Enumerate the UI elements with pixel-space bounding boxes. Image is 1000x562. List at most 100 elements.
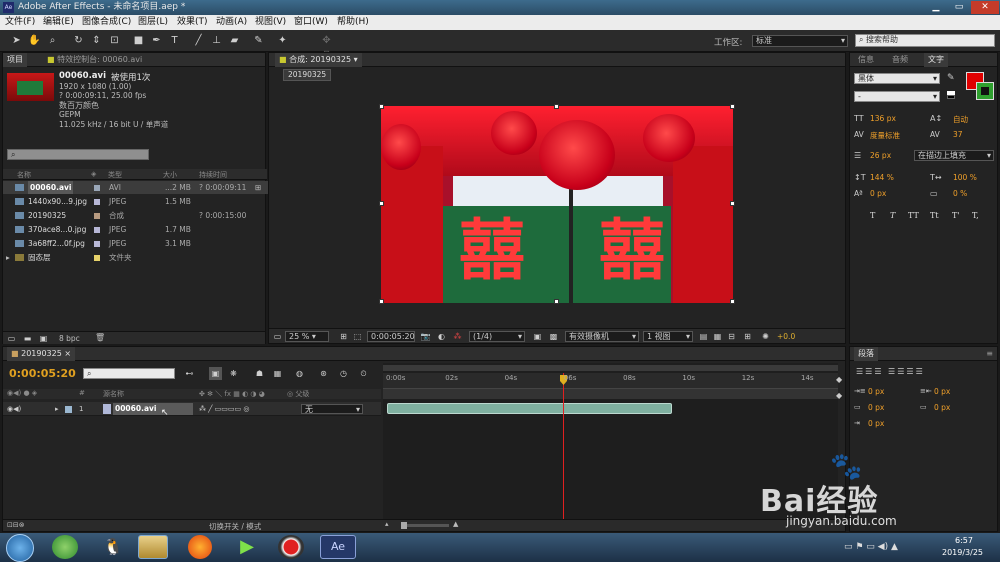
safe-margins-icon[interactable]: ⊞ xyxy=(337,330,350,343)
label-color-swatch[interactable] xyxy=(94,255,100,261)
start-button[interactable] xyxy=(6,534,34,562)
visibility-icon[interactable]: ◉◀) xyxy=(7,405,21,413)
menu-composition[interactable]: 图像合成(C) xyxy=(82,15,131,30)
font-style-select[interactable]: - ▾ xyxy=(854,91,940,102)
transform-handle-tm[interactable] xyxy=(554,104,559,109)
all-caps-button[interactable]: TT xyxy=(908,211,919,220)
col-name[interactable]: 名称 xyxy=(17,170,31,180)
rotate-tool-icon[interactable]: ↻ xyxy=(72,34,85,47)
transform-handle-ml[interactable] xyxy=(379,201,384,206)
menu-edit[interactable]: 编辑(E) xyxy=(43,15,74,30)
kerning-value[interactable]: 度量标准 xyxy=(870,130,900,141)
layer-label-color[interactable] xyxy=(65,406,72,413)
stroke-color-swatch[interactable] xyxy=(976,82,994,100)
trash-icon[interactable]: 🗑 xyxy=(95,333,105,342)
zoom-tool-icon[interactable]: ⌕ xyxy=(46,34,59,47)
zoom-out-icon[interactable]: ▴ xyxy=(385,520,389,528)
clock-time[interactable]: 6:57 xyxy=(955,536,973,545)
expand-arrow-icon[interactable]: ▸ xyxy=(6,251,10,264)
transform-handle-bm[interactable] xyxy=(554,299,559,304)
transform-handle-mr[interactable] xyxy=(730,201,735,206)
vertical-scale-value[interactable]: 144 % xyxy=(870,173,894,182)
camera-tool-icon[interactable]: ⇕ xyxy=(90,34,103,47)
new-comp-icon[interactable]: ▣ xyxy=(37,332,50,345)
menu-effect[interactable]: 效果(T) xyxy=(177,15,208,30)
layer-duration-bar[interactable] xyxy=(387,403,673,414)
tsume-value[interactable]: 0 % xyxy=(953,189,967,198)
workspace-select[interactable]: 标准 ▾ xyxy=(752,35,848,47)
taskbar-record-icon[interactable] xyxy=(278,535,304,559)
hide-shy-icon[interactable]: ☗ xyxy=(253,367,266,380)
roto-brush-icon[interactable]: ✎ xyxy=(252,34,265,47)
toggle-pixel-icon[interactable]: ▤ xyxy=(697,330,710,343)
draft-3d-icon[interactable]: ❋ xyxy=(227,367,240,380)
tab-timeline[interactable]: ■ 20190325 × xyxy=(7,347,76,361)
menu-window[interactable]: 窗口(W) xyxy=(294,15,328,30)
comp-button-icon[interactable]: ◆ xyxy=(836,375,844,385)
indent-left-value[interactable]: 0 px xyxy=(868,387,884,396)
region-of-interest-icon[interactable]: ▣ xyxy=(531,330,544,343)
menu-view[interactable]: 视图(V) xyxy=(255,15,286,30)
menu-file[interactable]: 文件(F) xyxy=(5,15,35,30)
leading-value[interactable]: 自动 xyxy=(953,114,968,125)
comp-breadcrumb[interactable]: 20190325 xyxy=(283,69,332,81)
pan-behind-tool-icon[interactable]: ⊡ xyxy=(108,34,121,47)
new-folder-icon[interactable]: ▬ xyxy=(21,332,34,345)
work-area-bar[interactable] xyxy=(383,365,838,371)
brush-tool-icon[interactable]: ╱ xyxy=(192,34,205,47)
eyedropper-icon[interactable]: ✎ xyxy=(947,73,955,83)
text-tool-icon[interactable]: T xyxy=(168,34,181,47)
layer-switch-icon[interactable]: ◆ xyxy=(836,391,844,401)
zoom-in-icon[interactable]: ▲ xyxy=(453,520,458,528)
rectangle-tool-icon[interactable]: ■ xyxy=(132,34,145,47)
transform-handle-tl[interactable] xyxy=(379,104,384,109)
list-item[interactable]: 20190325 合成 ? 0:00:15:00 xyxy=(3,209,268,222)
font-family-select[interactable]: 黑体 ▾ xyxy=(854,73,940,84)
space-before-value[interactable]: 0 px xyxy=(868,403,884,412)
font-size-value[interactable]: 136 px xyxy=(870,114,896,123)
project-search-input[interactable]: ⌕ xyxy=(7,149,149,160)
menu-layer[interactable]: 图层(L) xyxy=(138,15,168,30)
selection-tool-icon[interactable]: ➤ xyxy=(10,34,23,47)
small-caps-button[interactable]: Tt xyxy=(930,211,939,220)
stroke-width-value[interactable]: 26 px xyxy=(870,151,891,160)
space-after-value[interactable]: 0 px xyxy=(934,403,950,412)
transform-handle-br[interactable] xyxy=(730,299,735,304)
label-color-swatch[interactable] xyxy=(94,241,100,247)
list-item[interactable]: 固态层 文件夹 ▸ xyxy=(3,251,268,264)
bpc-label[interactable]: 8 bpc xyxy=(59,334,80,343)
taskbar-ae-icon[interactable]: Ae xyxy=(320,535,356,559)
list-item[interactable]: 00060.avi AVI ...2 MB ? 0:00:09:11 ⊞ xyxy=(3,181,268,194)
taskbar-360-icon[interactable] xyxy=(52,535,78,559)
close-button[interactable]: ✕ xyxy=(971,1,999,14)
horizontal-scale-value[interactable]: 100 % xyxy=(953,173,977,182)
motion-blur-icon[interactable]: ◍ xyxy=(293,367,306,380)
minimize-button[interactable]: ▁ xyxy=(925,1,947,14)
always-preview-icon[interactable]: ▭ xyxy=(271,330,284,343)
clock-date[interactable]: 2019/3/25 xyxy=(942,548,983,557)
list-item[interactable]: 3a68ff2...0f.jpg JPEG 3.1 MB xyxy=(3,237,268,250)
interpret-icon[interactable]: ▭ xyxy=(5,332,18,345)
flowchart-icon[interactable]: ⊞ xyxy=(741,330,754,343)
transparency-grid-icon[interactable]: ▩ xyxy=(547,330,560,343)
timeline-icon[interactable]: ⊟ xyxy=(725,330,738,343)
tab-audio[interactable]: 音频 xyxy=(888,53,912,67)
graph-editor-icon[interactable]: ◷ xyxy=(337,367,350,380)
pen-tool-icon[interactable]: ✒ xyxy=(150,34,163,47)
brainstorm-icon[interactable]: ⊛ xyxy=(317,367,330,380)
list-item[interactable]: 370ace8...0.jpg JPEG 1.7 MB xyxy=(3,223,268,236)
exposure-icon[interactable]: ✺ xyxy=(759,330,772,343)
panel-menu-icon[interactable]: ≡ xyxy=(986,347,993,361)
parent-select[interactable]: 无 ▾ xyxy=(301,404,363,414)
black-swatch[interactable] xyxy=(947,95,955,99)
tab-character[interactable]: 文字 xyxy=(924,53,948,67)
stroke-type-select[interactable]: 在描边上填充 ▾ xyxy=(914,150,994,161)
tray-icons[interactable]: ▭ ⚑ ▭ ◀) ▲ xyxy=(844,542,898,552)
first-line-indent-value[interactable]: 0 px xyxy=(868,419,884,428)
mask-visibility-icon[interactable]: ⬚ xyxy=(351,330,364,343)
col-size[interactable]: 大小 xyxy=(163,170,177,180)
label-color-swatch[interactable] xyxy=(94,227,100,233)
label-color-swatch[interactable] xyxy=(94,213,100,219)
subscript-button[interactable]: T, xyxy=(972,211,979,220)
col-parent[interactable]: ◎ 父级 xyxy=(287,389,309,399)
